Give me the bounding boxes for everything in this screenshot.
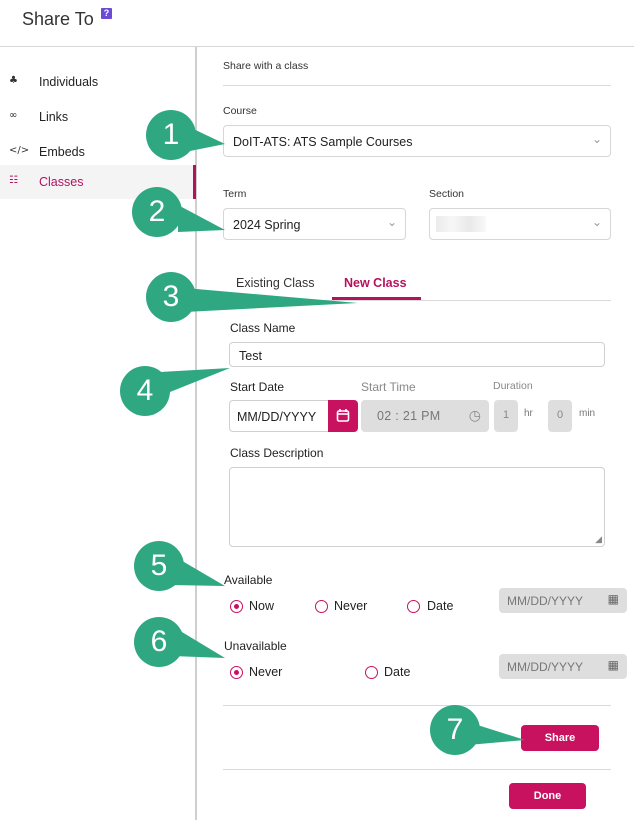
- callout-7: 7: [430, 705, 480, 755]
- callout-pointers: [160, 125, 525, 745]
- callout-1: 1: [146, 110, 196, 160]
- callout-3: 3: [146, 272, 196, 322]
- callout-pointer-2: [178, 205, 225, 232]
- callout-pointer-4: [160, 368, 230, 396]
- callout-4: 4: [120, 366, 170, 416]
- callout-2: 2: [132, 187, 182, 237]
- callout-6: 6: [134, 617, 184, 667]
- callout-pointer-3: [185, 288, 358, 312]
- callout-5: 5: [134, 541, 184, 591]
